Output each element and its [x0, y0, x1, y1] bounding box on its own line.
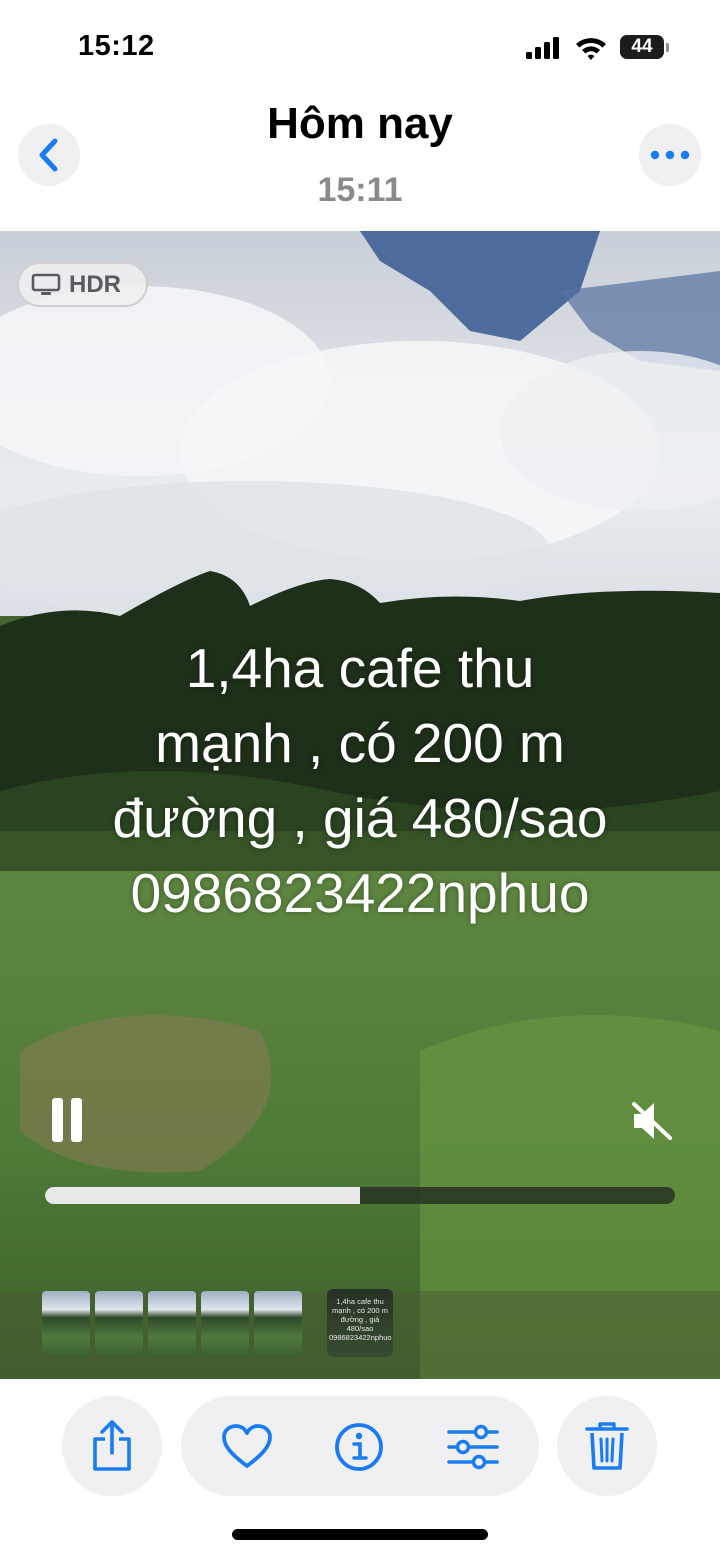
- caption-line: đường , giá 480/sao: [112, 787, 608, 849]
- caption-line: 1,4ha cafe thu: [185, 637, 535, 699]
- display-icon: [31, 273, 61, 295]
- wifi-icon: [576, 38, 606, 60]
- filmstrip[interactable]: 1,4ha cafe thu mạnh , có 200 m đường , g…: [42, 1289, 402, 1359]
- filmstrip-thumb[interactable]: [42, 1291, 90, 1357]
- video-player[interactable]: HDR 1,4ha cafe thu mạnh , có 200 m đường…: [0, 231, 720, 1379]
- speaker-muted-icon[interactable]: [628, 1098, 676, 1144]
- back-button[interactable]: [18, 124, 80, 186]
- chevron-left-icon: [39, 138, 58, 172]
- favorite-button[interactable]: [221, 1421, 273, 1473]
- nav-header: Hôm nay 15:11: [0, 95, 720, 231]
- filmstrip-thumb[interactable]: [95, 1291, 143, 1357]
- playback-progress-fill: [45, 1187, 360, 1204]
- info-button[interactable]: [333, 1421, 385, 1473]
- filmstrip-thumb[interactable]: [201, 1291, 249, 1357]
- cellular-signal-icon: [526, 37, 559, 59]
- caption-line: mạnh , có 200 m: [155, 712, 565, 774]
- adjust-button[interactable]: [447, 1421, 499, 1473]
- status-time: 15:12: [78, 30, 155, 62]
- hdr-badge[interactable]: HDR: [17, 262, 148, 307]
- battery-level: 44: [620, 35, 664, 59]
- home-indicator[interactable]: [232, 1529, 488, 1540]
- sliders-icon: [447, 1424, 499, 1470]
- trash-icon: [585, 1422, 629, 1470]
- video-caption: 1,4ha cafe thu mạnh , có 200 m đường , g…: [40, 631, 680, 931]
- pause-button[interactable]: [50, 1098, 84, 1144]
- pause-icon-bar: [71, 1098, 82, 1142]
- info-icon: [335, 1423, 383, 1471]
- delete-button[interactable]: [557, 1396, 657, 1496]
- filmstrip-thumb-selected[interactable]: 1,4ha cafe thu mạnh , có 200 m đường , g…: [327, 1289, 393, 1357]
- share-icon: [93, 1420, 131, 1471]
- battery-indicator: 44: [620, 35, 670, 61]
- more-button[interactable]: [639, 124, 701, 186]
- pause-icon: [52, 1098, 63, 1142]
- page-title: Hôm nay: [267, 99, 453, 148]
- action-group: [181, 1396, 539, 1496]
- page-subtitle-time: 15:11: [317, 171, 403, 209]
- status-bar: 15:12 44: [0, 0, 720, 95]
- filmstrip-thumb[interactable]: [254, 1291, 302, 1357]
- caption-line: 0986823422nphuo: [130, 862, 590, 924]
- hdr-label: HDR: [69, 270, 121, 298]
- battery-tip: [666, 43, 669, 52]
- filmstrip-thumb[interactable]: [148, 1291, 196, 1357]
- heart-icon: [222, 1424, 272, 1468]
- share-button[interactable]: [62, 1396, 162, 1496]
- ellipsis-icon: [650, 150, 690, 160]
- playback-scrubber[interactable]: [45, 1187, 675, 1204]
